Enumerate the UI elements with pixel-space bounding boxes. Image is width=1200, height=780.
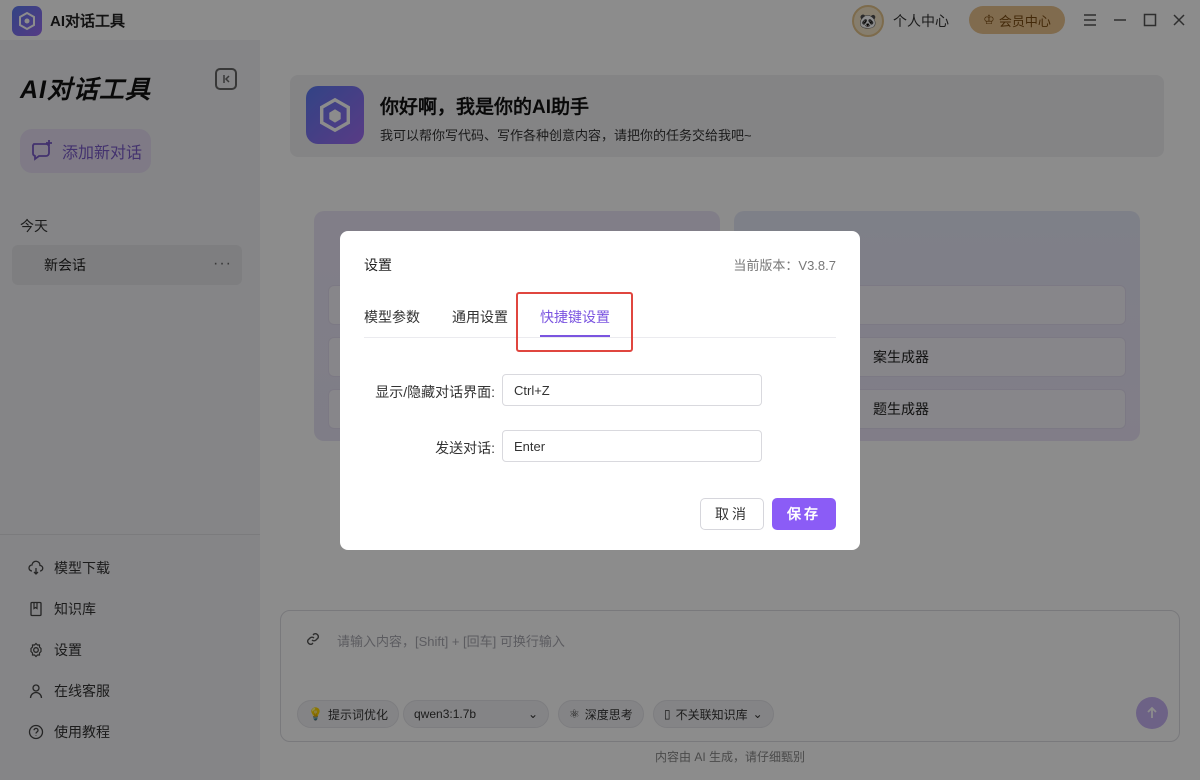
settings-modal: 设置 当前版本：V3.8.7 模型参数 通用设置 快捷键设置 显示/隐藏对话界面… [340,231,860,550]
tab-general-settings[interactable]: 通用设置 [452,307,508,327]
version-label: 当前版本：V3.8.7 [733,258,836,273]
highlight-annotation [516,292,633,352]
save-button[interactable]: 保存 [772,498,836,530]
modal-title: 设置 [364,257,392,273]
tab-model-params[interactable]: 模型参数 [364,307,420,327]
toggle-ui-shortcut-label: 显示/隐藏对话界面: [375,384,495,400]
toggle-ui-shortcut-input[interactable] [502,374,762,406]
send-shortcut-label: 发送对话: [435,440,495,456]
send-shortcut-input[interactable] [502,430,762,462]
cancel-button[interactable]: 取消 [700,498,764,530]
